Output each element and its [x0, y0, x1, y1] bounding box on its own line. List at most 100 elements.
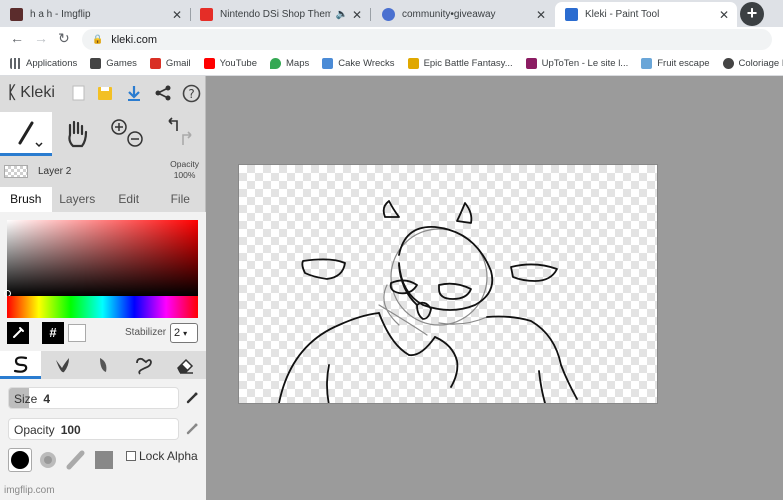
tab-brush[interactable]: Brush [0, 187, 52, 212]
undo-redo-button[interactable] [156, 112, 206, 156]
tab-community-giveaway[interactable]: community•giveaway ✕ [372, 2, 554, 27]
community-favicon-icon [382, 8, 395, 21]
new-tab-button[interactable]: + [740, 2, 764, 26]
bookmark-applications[interactable]: Applications [10, 58, 77, 69]
circle-icon [11, 451, 29, 469]
epic-battle-fantasy-icon [407, 58, 419, 69]
pen-pressure-icon[interactable] [186, 392, 198, 404]
lock-alpha-label: Lock Alpha [139, 449, 198, 463]
chevron-down-icon: ▾ [183, 329, 188, 338]
imgflip-watermark: imgflip.com [4, 485, 55, 496]
opacity-label: Opacity [14, 423, 55, 437]
lock-icon[interactable]: 🔒 [92, 34, 103, 45]
eyedropper-icon[interactable] [7, 322, 29, 344]
tab-title: h a h - Imgflip [30, 9, 91, 20]
tab-close-icon[interactable]: ✕ [172, 8, 182, 22]
chisel-brush-shape-button[interactable] [64, 448, 88, 472]
kleki-header: ᛕ Kleki ? [0, 76, 206, 110]
tab-title: community•giveaway [402, 9, 496, 20]
size-label: Size [14, 392, 38, 406]
redo-icon [182, 131, 192, 145]
help-icon[interactable]: ? [181, 83, 201, 103]
bookmarks-bar: Applications Games Gmail YouTube Maps Ca… [0, 52, 783, 76]
zoom-out-icon [127, 131, 143, 147]
tab-nintendo[interactable]: Nintendo DSi Shop Theme (F 🔈 ✕ [190, 2, 370, 27]
bookmark-coloriage[interactable]: Coloriage Pa [722, 58, 783, 69]
brush-type-row [0, 351, 206, 379]
size-value: 4 [43, 392, 51, 406]
tab-edit[interactable]: Edit [103, 187, 155, 212]
bookmark-epic-battle-fantasy[interactable]: Epic Battle Fantasy... [407, 58, 513, 69]
chisel-icon [66, 450, 85, 470]
bookmark-gmail[interactable]: Gmail [149, 58, 191, 69]
kleki-logo[interactable]: ᛕ Kleki [7, 83, 55, 103]
kleki-sidebar: ᛕ Kleki ? Layer 2 Opacity 100% Brush Lay… [0, 76, 206, 500]
bookmark-maps[interactable]: Maps [270, 58, 309, 69]
bookmark-fruit-escape[interactable]: Fruit escape [641, 58, 710, 69]
layer-preview-row[interactable]: Layer 2 Opacity 100% [0, 158, 206, 185]
reload-button[interactable]: ↻ [58, 30, 70, 47]
save-icon[interactable] [95, 83, 115, 103]
fruit-escape-icon [641, 58, 653, 69]
tab-close-icon[interactable]: ✕ [352, 8, 362, 22]
bookmark-cake-wrecks[interactable]: Cake Wrecks [322, 58, 395, 69]
brush-tool-button[interactable] [0, 112, 52, 156]
imgflip-favicon-icon [10, 8, 23, 21]
blend-brush-icon [55, 358, 69, 373]
youtube-favicon-icon [200, 8, 213, 21]
zoom-tool-button[interactable] [104, 112, 154, 156]
bookmark-games[interactable]: Games [90, 58, 137, 69]
share-icon[interactable] [153, 83, 173, 103]
pen-pressure-icon[interactable] [186, 423, 198, 435]
current-color-swatch[interactable] [68, 324, 86, 342]
pixel-brush-button[interactable] [123, 351, 164, 379]
tab-layers[interactable]: Layers [52, 187, 104, 212]
color-saturation-field[interactable] [7, 220, 198, 296]
uptoten-icon [525, 58, 537, 69]
tab-file[interactable]: File [155, 187, 207, 212]
bookmark-youtube[interactable]: YouTube [203, 58, 257, 69]
soft-brush-shape-button[interactable] [36, 448, 60, 472]
hex-input-button[interactable]: # [42, 322, 64, 344]
hue-slider[interactable] [7, 296, 198, 318]
square-icon [95, 451, 113, 469]
apps-grid-icon [10, 58, 21, 69]
cake-wrecks-icon [322, 58, 334, 69]
tab-kleki[interactable]: Kleki - Paint Tool ✕ [555, 2, 737, 27]
download-icon[interactable] [124, 83, 144, 103]
address-bar[interactable]: 🔒 kleki.com [82, 29, 772, 50]
square-brush-shape-button[interactable] [92, 448, 116, 472]
pen-brush-icon [13, 355, 27, 373]
layer-name: Layer 2 [38, 166, 72, 177]
hand-tool-button[interactable] [52, 112, 102, 156]
opacity-slider[interactable]: Opacity 100 [8, 418, 179, 440]
gmail-icon [149, 58, 161, 69]
kleki-tabs: Brush Layers Edit File [0, 187, 206, 212]
sketchy-brush-icon [99, 358, 106, 372]
bookmark-uptoten[interactable]: UpToTen - Le site l... [525, 58, 628, 69]
drawing-canvas[interactable] [238, 164, 658, 404]
brush-icon [18, 121, 43, 147]
tab-imgflip[interactable]: h a h - Imgflip ✕ [0, 2, 190, 27]
blend-brush-button[interactable] [41, 351, 82, 379]
tab-close-icon[interactable]: ✕ [536, 8, 546, 22]
forward-button[interactable]: → [34, 30, 48, 46]
undo-icon [168, 117, 178, 131]
coloriage-icon [722, 58, 734, 69]
sketchy-brush-button[interactable] [82, 351, 123, 379]
layer-thumbnail [4, 165, 28, 178]
size-slider[interactable]: Size 4 [8, 387, 179, 409]
new-image-icon[interactable] [68, 83, 88, 103]
circle-brush-shape-button[interactable] [8, 448, 32, 472]
speaker-icon[interactable]: 🔈 [335, 9, 347, 20]
tab-close-icon[interactable]: ✕ [719, 8, 729, 22]
lock-alpha-checkbox[interactable]: Lock Alpha [126, 449, 198, 463]
pen-brush-button[interactable] [0, 351, 41, 379]
maps-pin-icon [270, 58, 282, 69]
pixel-brush-icon [135, 357, 152, 375]
stabilizer-select[interactable]: 2 ▾ [170, 323, 198, 343]
eraser-icon [176, 358, 193, 374]
back-button[interactable]: ← [10, 30, 24, 46]
checkbox-icon[interactable] [126, 451, 136, 461]
eraser-button[interactable] [164, 351, 205, 379]
